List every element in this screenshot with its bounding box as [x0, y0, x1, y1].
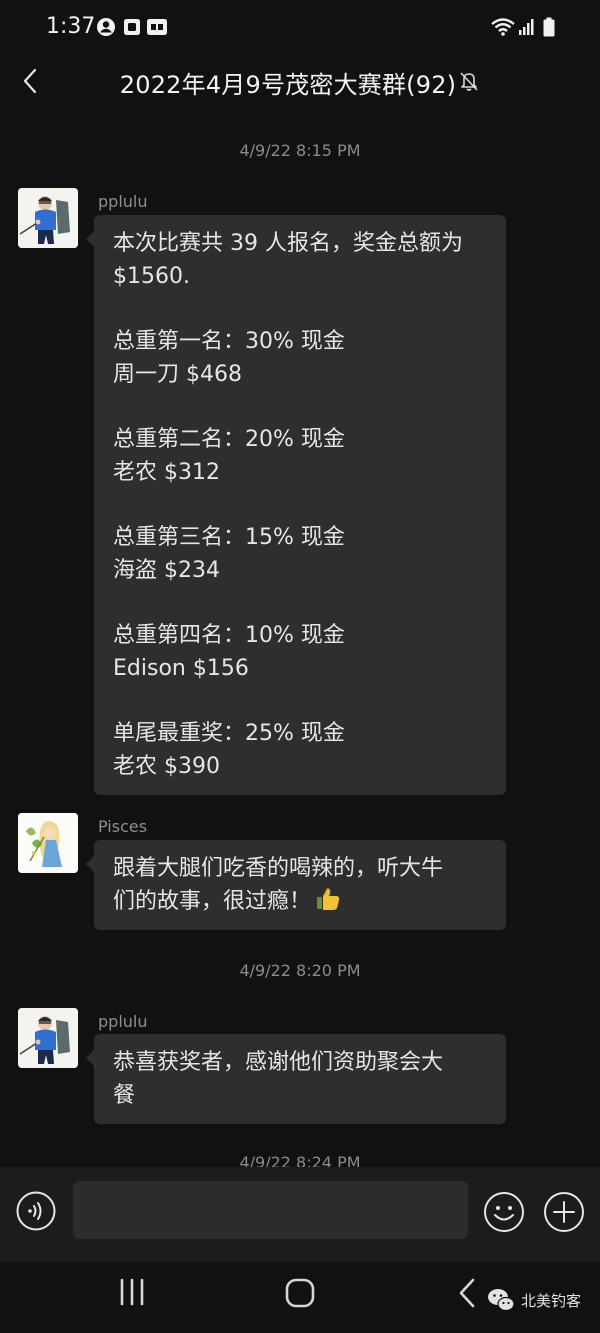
back-icon[interactable]: [455, 1276, 479, 1310]
message-line: Edison $156: [113, 656, 249, 681]
chat-title[interactable]: 2022年4月9号茂密大赛群(92): [120, 65, 456, 100]
sender-name: pplulu: [98, 1012, 148, 1031]
avatar-illustration-fisherman: [18, 1008, 78, 1068]
notification-square-icon: [124, 19, 140, 35]
sender-name: pplulu: [98, 192, 148, 211]
sender-name: Pisces: [98, 817, 148, 836]
message-line: 本次比赛共 39 人报名，奖金总额为: [113, 231, 463, 256]
timestamp: 4/9/22 8:15 PM: [239, 141, 361, 160]
message-line: 恭喜获奖者，感谢他们资助聚会大: [113, 1050, 444, 1075]
system-nav-bar: 北美钓客: [0, 1262, 600, 1333]
avatar[interactable]: [18, 188, 78, 248]
bell-off-icon: [460, 72, 478, 91]
data-saver-icon: [147, 19, 167, 35]
message-line: 总重第四名：10% 现金: [113, 623, 345, 648]
message-line: 总重第一名：30% 现金: [113, 329, 345, 354]
message-line: 总重第二名：20% 现金: [113, 427, 345, 452]
account-icon: [97, 18, 115, 36]
smiley-icon[interactable]: [483, 1191, 525, 1233]
recents-icon[interactable]: [116, 1276, 148, 1308]
message-line: 们的故事，很过瘾！: [113, 889, 312, 914]
signal-icon: [519, 19, 534, 35]
avatar[interactable]: [18, 813, 78, 873]
thumbs-up-emoji-icon: [317, 888, 340, 910]
message-line: 总重第三名：15% 现金: [113, 525, 345, 550]
message-line: 跟着大腿们吃香的喝辣的，听大牛: [113, 856, 444, 881]
wechat-logo-icon: [488, 1289, 515, 1312]
message-line: $1560.: [113, 264, 190, 289]
watermark-text: 北美钓客: [521, 1292, 582, 1310]
avatar-illustration-fisherman: [18, 188, 78, 248]
message-bubble[interactable]: 恭喜获奖者，感谢他们资助聚会大 餐: [86, 1034, 506, 1124]
timestamp: 4/9/22 8:20 PM: [239, 961, 361, 980]
wifi-icon: [491, 18, 515, 36]
voice-input-icon[interactable]: [16, 1191, 56, 1231]
message-line: 餐: [113, 1083, 136, 1108]
home-icon[interactable]: [284, 1277, 316, 1309]
message-input[interactable]: [73, 1181, 468, 1239]
chat-header: 2022年4月9号茂密大赛群(92): [0, 56, 600, 108]
chat-screen: 1:37 2022年4月9号茂密大赛群(92) 4/9/22 8:15 PM p…: [0, 0, 600, 1333]
avatar-illustration-girl: [18, 813, 78, 873]
message-line: 单尾最重奖：25% 现金: [113, 721, 345, 746]
avatar[interactable]: [18, 1008, 78, 1068]
message-line: 周一刀 $468: [113, 362, 242, 387]
status-bar: 1:37: [0, 0, 600, 56]
message-bubble[interactable]: 本次比赛共 39 人报名，奖金总额为 $1560. 总重第一名：30% 现金 周…: [86, 215, 506, 795]
message-line: 老农 $390: [113, 754, 220, 779]
message-line: 海盗 $234: [113, 558, 220, 583]
message-line: 老农 $312: [113, 460, 220, 485]
status-time: 1:37: [46, 14, 96, 39]
message-bubble[interactable]: 跟着大腿们吃香的喝辣的，听大牛 们的故事，很过瘾！: [86, 840, 506, 930]
battery-icon: [543, 17, 555, 37]
message-input-bar: [0, 1167, 600, 1262]
plus-circle-icon[interactable]: [543, 1191, 585, 1233]
